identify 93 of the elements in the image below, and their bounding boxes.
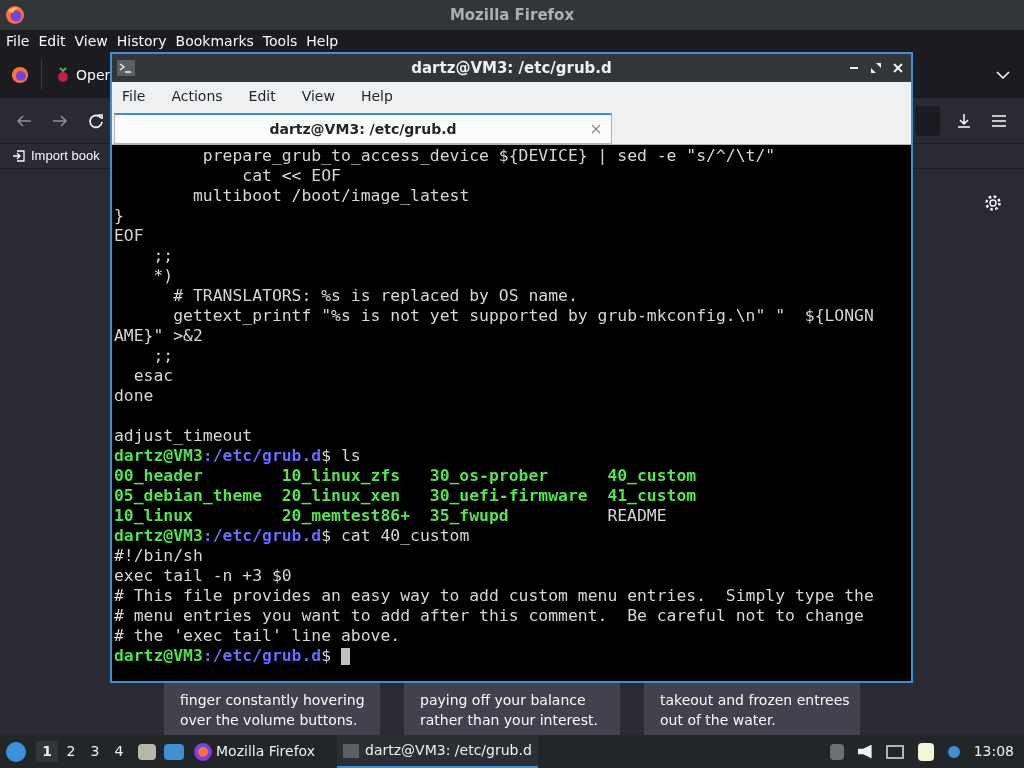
terminal-text: adjust_timeout xyxy=(114,426,253,446)
browser-tab[interactable]: Oper xyxy=(76,64,111,86)
download-icon[interactable] xyxy=(956,112,972,129)
card-text: rather than your interest. xyxy=(420,711,599,730)
terminal-text: #!/bin/sh xyxy=(114,546,203,566)
taskbar-button[interactable]: Mozilla Firefox xyxy=(192,735,318,768)
clock: 13:08 xyxy=(973,742,1014,761)
terminal-text: # TRANSLATORS: %s is replaced by OS name. xyxy=(172,286,578,306)
import-icon xyxy=(12,149,26,163)
terminal-text: $ cat 40_custom xyxy=(321,526,470,546)
terminal-text: 40_custom xyxy=(607,466,697,485)
workspace-button[interactable]: 3 xyxy=(84,741,106,762)
chevron-down-icon[interactable] xyxy=(996,71,1010,79)
firefox-logo-icon xyxy=(5,5,25,25)
menu-icon[interactable] xyxy=(992,114,1006,127)
card-text: over the volume buttons. xyxy=(180,711,359,730)
terminal-text: 00_header xyxy=(114,466,203,485)
terminal-text: 20_linux_xen xyxy=(281,486,401,505)
close-tab-icon[interactable] xyxy=(591,124,601,134)
card-text: takeout and frozen entrees xyxy=(660,691,851,710)
menu-item[interactable]: View xyxy=(301,85,335,107)
settings-icon[interactable] xyxy=(984,194,1002,212)
start-menu-icon[interactable] xyxy=(6,741,26,762)
terminal-text: prepare_grub_to_access_device ${DEVICE} | sed -e "s/^/\t/" xyxy=(201,146,776,166)
menu-item[interactable]: Edit xyxy=(248,85,276,107)
menu-item[interactable]: Actions xyxy=(171,85,223,107)
menu-item[interactable]: Help xyxy=(360,85,393,107)
window-title: Mozilla Firefox xyxy=(448,4,576,26)
terminal-text: exec tail -n +3 $0 xyxy=(114,566,292,586)
terminal-text: EOF xyxy=(114,226,144,246)
terminal-text: dartz@VM3 xyxy=(114,526,203,546)
terminal-text: :/etc/grub.d xyxy=(202,526,322,546)
terminal-text: $ xyxy=(321,646,332,666)
terminal-text: :/etc/grub.d xyxy=(202,446,322,466)
menu-item[interactable]: View xyxy=(74,30,108,52)
notification-icon[interactable] xyxy=(947,745,960,758)
terminal-text: README xyxy=(607,506,667,525)
maximize-icon[interactable] xyxy=(871,63,881,73)
terminal-text: :/etc/grub.d xyxy=(202,646,322,666)
terminal-text: gettext_printf "%s is not yet supported by grub-mkconfig.\n" " ${LONGN xyxy=(172,306,874,326)
menu-item[interactable]: File xyxy=(6,30,30,52)
article-card[interactable]: paying off your balance rather than your interest. xyxy=(404,683,620,735)
terminal-text: ;; xyxy=(152,246,174,266)
raspberry-icon xyxy=(56,67,70,83)
terminal-text: 10_linux_zfs xyxy=(281,466,401,485)
bookmark-item[interactable]: Import book xyxy=(31,146,100,166)
terminal-text: # This file provides an easy way to add custom menu entries. Simply type the xyxy=(114,586,874,606)
terminal-text: done xyxy=(114,386,154,406)
terminal-icon xyxy=(117,60,135,76)
menu-item[interactable]: Tools xyxy=(262,30,298,52)
menu-item[interactable]: Bookmarks xyxy=(175,30,254,52)
terminal-text: dartz@VM3 xyxy=(114,646,203,666)
close-icon[interactable] xyxy=(893,63,903,73)
forward-arrow-icon[interactable] xyxy=(52,113,68,128)
terminal-text: 35_fwupd xyxy=(429,506,509,525)
menu-item[interactable]: Edit xyxy=(38,30,66,52)
window-title: dartz@VM3: /etc/grub.d xyxy=(410,57,613,79)
terminal-text: 41_custom xyxy=(607,486,697,505)
article-card[interactable]: finger constantly hovering over the volume buttons. xyxy=(164,683,380,735)
menu-item[interactable]: History xyxy=(116,30,167,52)
terminal-text: } xyxy=(114,206,124,226)
terminal-tab[interactable]: dartz@VM3: /etc/grub.d xyxy=(114,113,612,144)
terminal-text: cat << EOF xyxy=(241,166,341,186)
card-text: paying off your balance xyxy=(420,691,587,710)
workspace-button[interactable]: 4 xyxy=(108,741,130,762)
workspace-button[interactable]: 2 xyxy=(60,741,82,762)
terminal-text: 20_memtest86+ xyxy=(281,506,411,525)
terminal-text: *) xyxy=(152,266,174,286)
terminal-text: # the 'exec tail' line above. xyxy=(114,626,401,646)
terminal-text: ;; xyxy=(152,346,174,366)
desktop-icon[interactable] xyxy=(164,743,184,760)
terminal-text: esac xyxy=(132,366,174,386)
back-arrow-icon[interactable] xyxy=(16,113,32,128)
terminal-icon xyxy=(343,743,360,758)
article-card[interactable]: takeout and frozen entrees out of the water. xyxy=(644,683,860,735)
taskbar-button[interactable]: dartz@VM3: /etc/grub.d xyxy=(337,735,538,768)
firefox-logo-icon xyxy=(194,742,212,761)
menu-item[interactable]: File xyxy=(122,85,146,107)
workspace-button[interactable]: 1 xyxy=(36,741,58,762)
terminal-text: multiboot /boot/image_latest xyxy=(191,186,470,206)
terminal-text: $ ls xyxy=(321,446,361,466)
terminal-text: # menu entries you want to add after this comment. Be careful not to change xyxy=(114,606,864,626)
card-text: finger constantly hovering xyxy=(180,691,366,710)
terminal-text: 30_os-prober xyxy=(429,466,549,485)
terminal-text: 30_uefi-firmware xyxy=(429,486,588,505)
terminal-text: 10_linux xyxy=(114,506,193,525)
menu-item[interactable]: Help xyxy=(306,30,339,52)
firefox-logo-icon[interactable] xyxy=(11,66,29,84)
reload-icon[interactable] xyxy=(88,112,104,129)
terminal-text: dartz@VM3 xyxy=(114,446,203,466)
terminal-text: 05_debian_theme xyxy=(114,486,263,505)
card-text: out of the water. xyxy=(660,711,777,730)
terminal-text: AME}" >&2 xyxy=(114,326,203,346)
